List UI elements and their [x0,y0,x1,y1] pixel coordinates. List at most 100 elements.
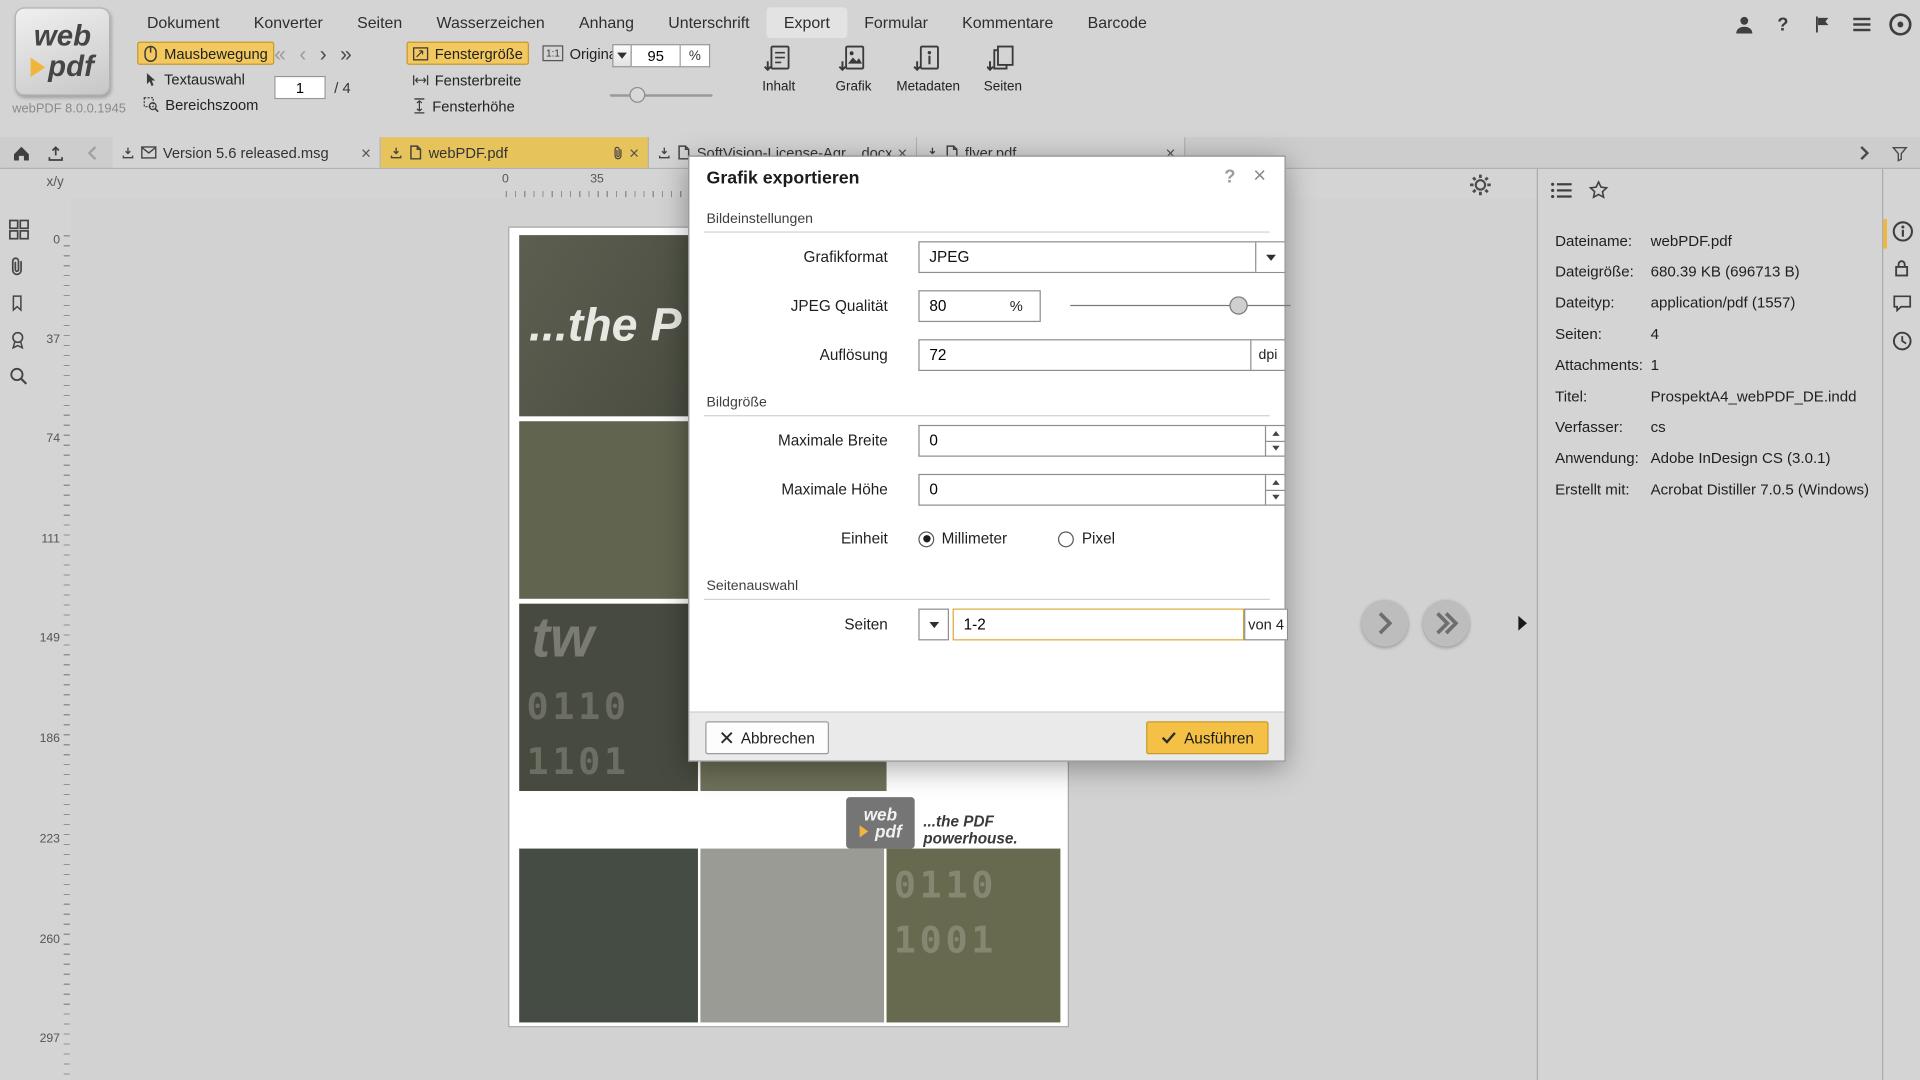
ruler-label: 111 [41,533,60,546]
user-account-button[interactable] [1729,10,1758,39]
close-icon[interactable]: × [361,144,371,161]
seiten-row: Seiten von 4 [704,600,1270,649]
logo-text-web: web [34,21,91,50]
spin-up-button[interactable] [1266,475,1284,489]
grafikformat-select[interactable]: JPEG [918,241,1285,273]
zoom-slider[interactable] [610,87,713,104]
grafikformat-row: Grafikformat JPEG [704,233,1270,282]
goto-next-page-overlay-button[interactable] [1362,600,1409,647]
fit-height-icon [413,98,426,114]
export-seiten-button[interactable]: Seiten [973,44,1032,94]
main-menu-button[interactable] [1847,10,1876,39]
fit-window-icon [413,46,429,61]
thumbnails-panel-button[interactable] [9,219,30,240]
ribbon-tab-konverter[interactable]: Konverter [237,7,340,38]
bookmarks-panel-button[interactable] [9,293,30,314]
help-button[interactable]: ? [1768,10,1797,39]
ribbon: web pdf webPDF 8.0.0.1945 Dokument Konve… [0,0,1920,137]
export-inhalt-button[interactable]: Inhalt [749,44,808,94]
zoom-slider-knob[interactable] [629,87,645,103]
ribbon-tab-dokument[interactable]: Dokument [130,7,237,38]
filter-button[interactable] [1883,138,1915,167]
security-panel-button[interactable] [1892,257,1914,279]
export-grafik-label: Grafik [836,80,872,95]
view-settings-button[interactable] [1469,174,1491,196]
portal-badge-button[interactable] [1886,10,1915,39]
seiten-input[interactable] [954,610,1243,639]
zoom-input[interactable] [632,44,681,67]
next-page-button[interactable]: › [320,44,327,65]
mausbewegung-button[interactable]: Mausbewegung [137,42,274,65]
property-value: 4 [1651,326,1659,343]
aufloesung-input[interactable] [920,340,1251,369]
seiten-total-label: von 4 [1244,609,1288,641]
fenstergroesse-button[interactable]: Fenstergröße [407,42,529,65]
paperclip-icon [612,144,623,161]
zoom-percent-button[interactable]: % [681,44,710,67]
jpeg-qualitaet-row: JPEG Qualität % [704,282,1270,331]
radio-pixel-label[interactable]: Pixel [1082,530,1115,547]
max-breite-input[interactable] [920,426,1265,455]
ausfuehren-button[interactable]: Ausführen [1146,721,1268,754]
report-flag-button[interactable] [1807,10,1836,39]
goto-last-page-overlay-button[interactable] [1423,600,1470,647]
tab-version-msg[interactable]: Version 5.6 released.msg × [113,137,381,168]
attachments-panel-button[interactable] [9,256,30,277]
last-page-button[interactable]: » [340,44,352,65]
page-heading-text: ...the P [519,299,681,352]
aufloesung-row: Auflösung dpi [704,331,1270,380]
bereichszoom-button[interactable]: Bereichszoom [137,93,274,116]
max-hoehe-input[interactable] [920,475,1265,504]
spin-up-button[interactable] [1266,426,1284,440]
ruler-label: 297 [40,1032,60,1045]
radio-millimeter-label[interactable]: Millimeter [942,530,1007,547]
abbrechen-button[interactable]: Abbrechen [705,721,829,754]
radio-pixel[interactable] [1059,531,1075,547]
tab-webpdf-pdf[interactable]: webPDF.pdf × [381,137,649,168]
export-grafik-button[interactable]: Grafik [824,44,883,94]
page-number-input[interactable] [274,76,325,99]
ribbon-tab-anhang[interactable]: Anhang [562,7,651,38]
home-button[interactable] [5,138,37,167]
open-upload-button[interactable] [39,138,71,167]
favorite-star-icon[interactable] [1588,180,1609,200]
ribbon-tab-wasserzeichen[interactable]: Wasserzeichen [419,7,562,38]
grafikformat-dropdown-button[interactable] [1255,242,1284,271]
ribbon-tab-export[interactable]: Export [767,7,847,38]
spin-down-button[interactable] [1266,489,1284,504]
slider-knob[interactable] [1229,296,1247,314]
comments-panel-button[interactable] [1892,294,1914,316]
close-icon[interactable]: × [629,144,639,161]
radio-selected-dot [923,535,930,542]
zoom-dropdown-button[interactable] [612,44,632,67]
first-page-button[interactable]: « [274,44,286,65]
ribbon-tab-formular[interactable]: Formular [847,7,945,38]
dialog-close-icon[interactable]: × [1253,164,1266,186]
ribbon-tab-barcode[interactable]: Barcode [1070,7,1164,38]
export-metadaten-button[interactable]: Metadaten [899,44,958,94]
chevron-down-icon [617,53,627,59]
panel-expand-button[interactable] [1849,138,1881,167]
radio-millimeter[interactable] [918,531,934,547]
seiten-dropdown-button[interactable] [918,609,949,641]
dialog-help-icon[interactable]: ? [1224,167,1235,188]
spin-down-button[interactable] [1266,440,1284,455]
fensterbreite-button[interactable]: Fensterbreite [407,69,528,92]
ribbon-tab-seiten[interactable]: Seiten [340,7,419,38]
jpeg-qualitaet-input[interactable] [920,291,996,320]
panel-collapse-handle[interactable] [1518,616,1527,631]
textauswahl-button[interactable]: Textauswahl [137,67,274,90]
jpeg-qualitaet-slider[interactable] [1070,296,1290,316]
previous-page-button[interactable]: ‹ [299,44,306,65]
ruler-label: 0 [502,173,509,186]
ribbon-tab-unterschrift[interactable]: Unterschrift [651,7,767,38]
history-panel-button[interactable] [1892,331,1914,353]
properties-list-icon[interactable] [1550,181,1572,199]
search-panel-button[interactable] [9,366,30,387]
page-image-tile: 0110 1001 [887,849,1061,1023]
tab-scroll-left-button[interactable] [76,138,108,167]
signatures-panel-button[interactable] [9,329,30,350]
ribbon-tab-kommentare[interactable]: Kommentare [945,7,1070,38]
fensterhoehe-button[interactable]: Fensterhöhe [407,94,521,117]
info-panel-button[interactable] [1892,220,1914,242]
